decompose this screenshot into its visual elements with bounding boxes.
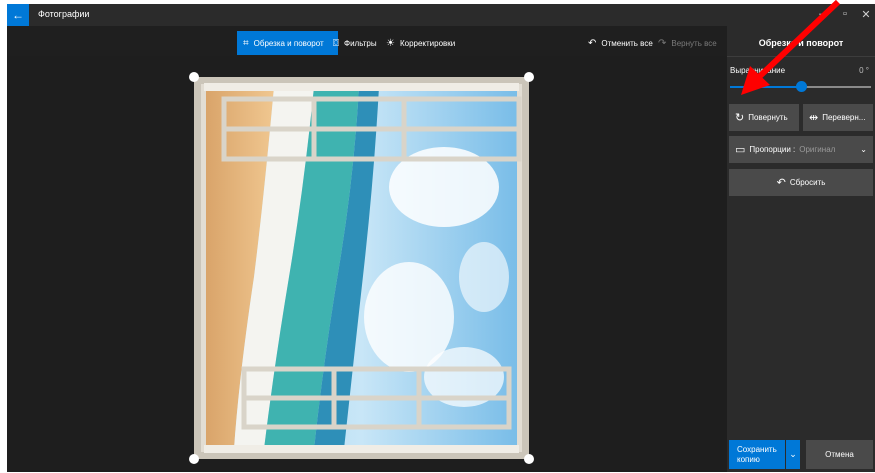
tab-crop-rotate[interactable]: ⌗ Обрезка и поворот xyxy=(237,31,338,55)
chevron-down-icon: ⌄ xyxy=(789,449,797,459)
flip-label: Переверн... xyxy=(822,113,866,122)
cancel-button[interactable]: Отмена xyxy=(806,440,873,469)
aspect-ratio-label: Пропорции : xyxy=(749,145,796,154)
tab-adjustments[interactable]: ☀ Корректировки xyxy=(380,31,461,55)
reset-icon: ↶ xyxy=(776,177,786,189)
photo-preview[interactable] xyxy=(194,77,529,459)
flip-icon: ⇹ xyxy=(809,112,819,124)
photos-app-window: ← Фотографии – ▫ ✕ ⌗ Обрезка и поворот ⌼… xyxy=(7,4,875,472)
sun-icon: ☀ xyxy=(386,37,395,49)
straighten-label: Выравнивание xyxy=(730,66,786,75)
close-icon[interactable]: ✕ xyxy=(859,8,873,21)
tab-adjustments-label: Корректировки xyxy=(399,38,456,48)
restore-icon[interactable]: ▫ xyxy=(838,8,852,20)
tab-filters[interactable]: ⌼ Фильтры xyxy=(327,31,383,55)
crop-handle-bottom-right[interactable] xyxy=(524,454,534,464)
rotate-label: Повернуть xyxy=(748,113,788,122)
panel-divider xyxy=(727,56,875,57)
tab-filters-label: Фильтры xyxy=(344,38,377,48)
undo-all-label: Отменить все xyxy=(601,38,653,48)
rotate-button[interactable]: ↻ Повернуть xyxy=(729,104,799,131)
crop-handle-top-left[interactable] xyxy=(189,72,199,82)
redo-all-button[interactable]: ↷ Вернуть все xyxy=(652,31,723,55)
tab-crop-rotate-label: Обрезка и поворот xyxy=(253,38,324,48)
panel-title: Обрезка и поворот xyxy=(758,38,844,48)
aspect-ratio-icon: ▭ xyxy=(735,144,746,156)
chevron-down-icon: ⌄ xyxy=(860,145,867,154)
cancel-label: Отмена xyxy=(825,450,854,459)
save-options-button[interactable]: ⌄ xyxy=(786,440,800,469)
undo-icon: ↶ xyxy=(588,37,597,49)
back-button[interactable]: ← xyxy=(7,4,29,26)
aspect-ratio-value: Оригинал xyxy=(799,145,836,154)
straighten-slider-fill xyxy=(730,86,801,88)
aspect-ratio-dropdown[interactable]: ▭ Пропорции : Оригинал ⌄ xyxy=(729,136,873,163)
filters-icon: ⌼ xyxy=(333,37,339,49)
rotate-icon: ↻ xyxy=(735,112,745,124)
undo-all-button[interactable]: ↶ Отменить все xyxy=(582,31,659,55)
image-canvas xyxy=(7,56,727,472)
crop-handle-bottom-left[interactable] xyxy=(189,454,199,464)
straighten-slider-thumb[interactable] xyxy=(795,81,807,92)
back-arrow-icon: ← xyxy=(12,8,24,22)
flip-button[interactable]: ⇹ Переверн... xyxy=(803,104,873,131)
crop-icon: ⌗ xyxy=(243,37,249,49)
save-copy-button[interactable]: Сохранить копию xyxy=(729,440,785,469)
reset-button[interactable]: ↶ Сбросить xyxy=(729,169,873,196)
title-bar: ← Фотографии – ▫ ✕ xyxy=(7,4,875,26)
edit-toolbar: ⌗ Обрезка и поворот ⌼ Фильтры ☀ Корректи… xyxy=(7,26,727,56)
save-copy-label: Сохранить копию xyxy=(737,444,777,464)
crop-handle-top-right[interactable] xyxy=(524,72,534,82)
crop-rotate-panel: Обрезка и поворот Выравнивание 0 ° ↻ Пов… xyxy=(727,26,875,472)
reset-label: Сбросить xyxy=(789,178,826,187)
redo-icon: ↷ xyxy=(658,37,667,49)
minimize-icon[interactable]: – xyxy=(815,8,829,20)
app-title: Фотографии xyxy=(38,9,90,19)
straighten-value: 0 ° xyxy=(859,66,869,75)
redo-all-label: Вернуть все xyxy=(671,38,717,48)
